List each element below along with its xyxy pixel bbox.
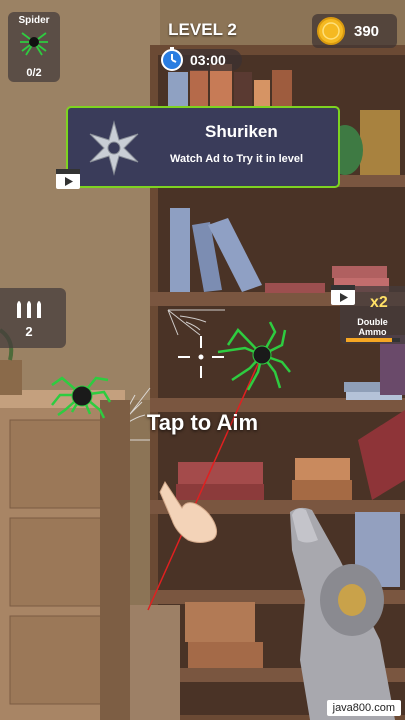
double-ammo-label-line1: Double [357, 317, 388, 327]
tap-to-aim-hint: Tap to Aim [146, 410, 259, 435]
double-ammo-label-line2: Ammo [358, 327, 387, 337]
ammo-count: 2 [25, 324, 33, 339]
ammo-counter: 2 [0, 288, 66, 348]
ad-offer-title: Shuriken [205, 122, 278, 141]
double-ammo-progress [346, 338, 400, 342]
target-count: 0/2 [26, 67, 42, 79]
video-ad-icon [331, 285, 355, 305]
bullets-icon [17, 301, 41, 318]
double-ammo-label: Double Ammo [340, 317, 405, 337]
shuriken-ad-offer[interactable]: Shuriken Watch Ad to Try it in level [66, 106, 340, 188]
video-ad-icon [56, 169, 80, 189]
stopwatch-icon [161, 47, 183, 71]
coin-counter: 390 [312, 14, 397, 48]
shuriken-icon [89, 120, 139, 176]
timer: 03:00 [161, 47, 242, 71]
coin-amount: 390 [354, 23, 380, 40]
timer-value: 03:00 [190, 52, 226, 68]
double-ammo-multiplier: x2 [370, 294, 388, 311]
watermark: java800.com [326, 700, 401, 716]
coin-icon [317, 17, 345, 45]
ad-offer-subtitle: Watch Ad to Try it in level [170, 153, 304, 165]
